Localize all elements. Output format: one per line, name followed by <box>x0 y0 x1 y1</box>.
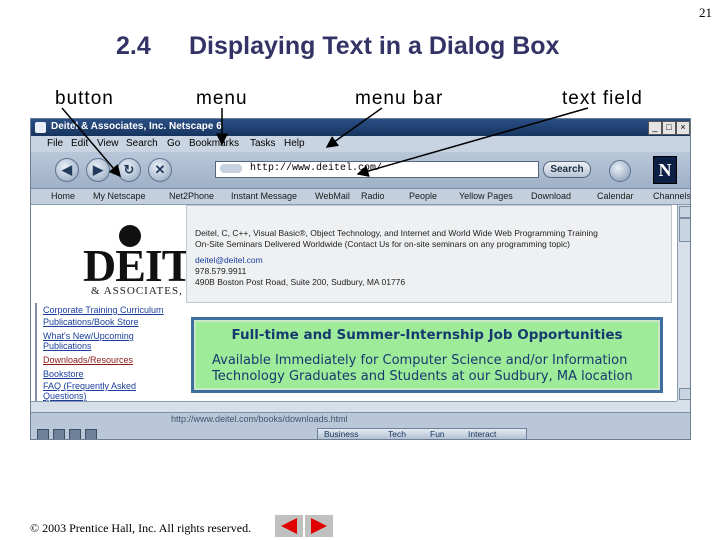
next-slide-button[interactable] <box>305 515 333 537</box>
pt-net2phone[interactable]: Net2Phone <box>169 191 214 201</box>
window-title: Deitel & Associates, Inc. Netscape 6 <box>51 121 222 132</box>
tab-business[interactable]: Business <box>324 429 359 439</box>
personal-toolbar: Home My Netscape Net2Phone Instant Messa… <box>31 189 690 205</box>
pt-webmail[interactable]: WebMail <box>315 191 350 201</box>
status-bar: http://www.deitel.com/books/downloads.ht… <box>31 412 690 439</box>
sidebar-divider <box>35 303 37 401</box>
job-banner[interactable]: Full-time and Summer-Internship Job Oppo… <box>191 317 663 393</box>
menu-tasks[interactable]: Tasks <box>250 138 276 149</box>
pt-channels[interactable]: Channels <box>653 191 690 201</box>
url-dropdown-icon[interactable] <box>220 164 242 173</box>
menu-go[interactable]: Go <box>167 138 180 149</box>
email-link[interactable]: deitel@deitel.com <box>195 255 263 265</box>
netscape-logo[interactable]: N <box>653 156 677 184</box>
info-line: 490B Boston Post Road, Suite 200, Sudbur… <box>195 277 406 287</box>
menu-help[interactable]: Help <box>284 138 305 149</box>
sidebar-link[interactable]: What's New/Upcoming <box>43 331 134 341</box>
back-icon[interactable]: ◀ <box>55 158 79 182</box>
menu-search[interactable]: Search <box>126 138 158 149</box>
print-icon[interactable] <box>609 160 631 182</box>
menu-bar: File Edit View Search Go Bookmarks Tasks… <box>31 136 690 152</box>
reload-icon[interactable]: ↻ <box>117 158 141 182</box>
minimize-button[interactable]: _ <box>648 121 662 135</box>
vertical-scrollbar[interactable] <box>677 205 690 401</box>
pt-yellow-pages[interactable]: Yellow Pages <box>459 191 513 201</box>
sidebar-link[interactable]: Corporate Training Curriculum <box>43 305 164 315</box>
tab-fun[interactable]: Fun <box>430 429 445 439</box>
pt-people[interactable]: People <box>409 191 437 201</box>
tab-tech[interactable]: Tech <box>388 429 406 439</box>
pt-radio[interactable]: Radio <box>361 191 385 201</box>
previous-slide-button[interactable] <box>275 515 303 537</box>
job-title: Full-time and Summer-Internship Job Oppo… <box>231 327 623 343</box>
slide-number: 21 <box>699 5 712 20</box>
mail-icon[interactable] <box>53 429 65 439</box>
url-field[interactable]: http://www.deitel.com/ <box>215 161 539 178</box>
copyright-notice: © 2003 Prentice Hall, Inc. All rights re… <box>30 521 252 535</box>
pt-instant-message[interactable]: Instant Message <box>231 191 297 201</box>
url-text: http://www.deitel.com/ <box>250 163 383 174</box>
callout-text-field: text field <box>562 88 643 109</box>
sidebar-link[interactable]: Publications/Book Store <box>43 317 139 327</box>
scroll-down-icon[interactable] <box>679 388 690 400</box>
callout-button: button <box>55 88 114 109</box>
sidebar-link[interactable]: Questions) <box>43 391 87 401</box>
job-line: Available Immediately for Computer Scien… <box>212 353 628 368</box>
slide-title: Displaying Text in a Dialog Box <box>189 32 560 60</box>
address-book-icon[interactable] <box>85 429 97 439</box>
forward-icon[interactable]: ▶ <box>86 158 110 182</box>
menu-bookmarks[interactable]: Bookmarks <box>189 138 239 149</box>
pt-my-netscape[interactable]: My Netscape <box>93 191 146 201</box>
menu-file[interactable]: File <box>47 138 63 149</box>
browser-window: Deitel & Associates, Inc. Netscape 6 _ □… <box>30 118 691 440</box>
page-content: DEITEL & ASSOCIATES, INC. Deitel, C, C++… <box>31 205 677 401</box>
job-line: Technology Graduates and Students at our… <box>212 369 633 384</box>
info-panel: Deitel, C, C++, Visual Basic®, Object Te… <box>186 205 672 303</box>
navigator-icon[interactable] <box>37 429 49 439</box>
tab-interact[interactable]: Interact <box>468 429 496 439</box>
menu-edit[interactable]: Edit <box>71 138 88 149</box>
title-bar: Deitel & Associates, Inc. Netscape 6 _ □… <box>31 119 690 136</box>
sidebar-link[interactable]: FAQ (Frequently Asked <box>43 381 136 391</box>
callout-menu-bar: menu bar <box>355 88 444 109</box>
app-icon <box>35 122 46 133</box>
maximize-button[interactable]: □ <box>662 121 676 135</box>
sidebar-link[interactable]: Publications <box>43 341 92 351</box>
sidebar-link[interactable]: Bookstore <box>43 369 84 379</box>
pt-calendar[interactable]: Calendar <box>597 191 634 201</box>
stop-icon[interactable]: ✕ <box>148 158 172 182</box>
status-url: http://www.deitel.com/books/downloads.ht… <box>171 414 348 424</box>
info-line: On-Site Seminars Delivered Worldwide (Co… <box>195 239 570 249</box>
callout-menu: menu <box>196 88 248 109</box>
scroll-up-icon[interactable] <box>679 206 690 218</box>
info-line: Deitel, C, C++, Visual Basic®, Object Te… <box>195 228 598 238</box>
pt-download[interactable]: Download <box>531 191 571 201</box>
bottom-tabs: Business Tech Fun Interact <box>317 428 527 439</box>
close-button[interactable]: × <box>676 121 690 135</box>
pt-home[interactable]: Home <box>51 191 75 201</box>
composer-icon[interactable] <box>69 429 81 439</box>
info-line: 978.579.9911 <box>195 266 247 276</box>
search-button[interactable]: Search <box>543 161 591 178</box>
sidebar-link-hover[interactable]: Downloads/Resources <box>43 355 133 365</box>
menu-view[interactable]: View <box>97 138 119 149</box>
scroll-thumb[interactable] <box>679 218 690 242</box>
section-number: 2.4 <box>116 32 151 60</box>
navigation-toolbar: ◀ ▶ ↻ ✕ http://www.deitel.com/ Search N <box>31 152 690 189</box>
